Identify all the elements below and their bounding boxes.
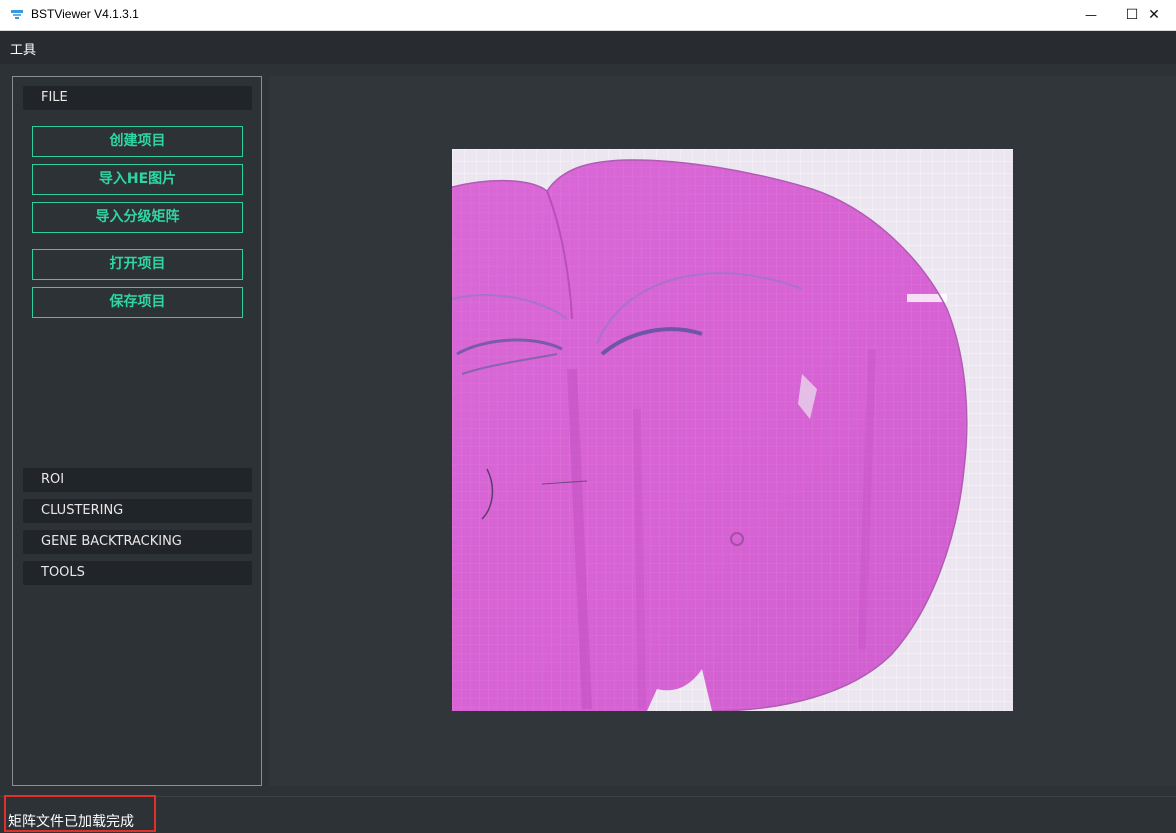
close-icon: ✕ (1148, 7, 1160, 23)
save-project-button[interactable]: 保存项目 (32, 287, 243, 318)
window-title: BSTViewer V4.1.3.1 (31, 7, 139, 21)
side-panel: FILE 创建项目 导入HE图片 导入分级矩阵 打开项目 保存项目 ROI CL… (12, 76, 262, 786)
section-gene-backtracking[interactable]: GENE BACKTRACKING (23, 530, 252, 554)
section-roi[interactable]: ROI (23, 468, 252, 492)
title-bar: BSTViewer V4.1.3.1 — ☐ ✕ (0, 0, 1176, 31)
he-tissue-image[interactable] (452, 149, 1013, 711)
close-button[interactable]: ✕ (1131, 0, 1176, 30)
import-matrix-button[interactable]: 导入分级矩阵 (32, 202, 243, 233)
create-project-button[interactable]: 创建项目 (32, 126, 243, 157)
menu-bar: 工具 (0, 31, 1176, 64)
status-message: 矩阵文件已加载完成 (4, 795, 156, 832)
status-bar (0, 797, 1176, 833)
menu-tools[interactable]: 工具 (10, 39, 36, 58)
minimize-icon: — (1085, 8, 1097, 22)
import-he-image-button[interactable]: 导入HE图片 (32, 164, 243, 195)
minimize-button[interactable]: — (1068, 0, 1114, 30)
section-clustering[interactable]: CLUSTERING (23, 499, 252, 523)
section-tools[interactable]: TOOLS (23, 561, 252, 585)
section-file[interactable]: FILE (23, 86, 252, 110)
app-logo-icon (11, 10, 23, 19)
open-project-button[interactable]: 打开项目 (32, 249, 243, 280)
